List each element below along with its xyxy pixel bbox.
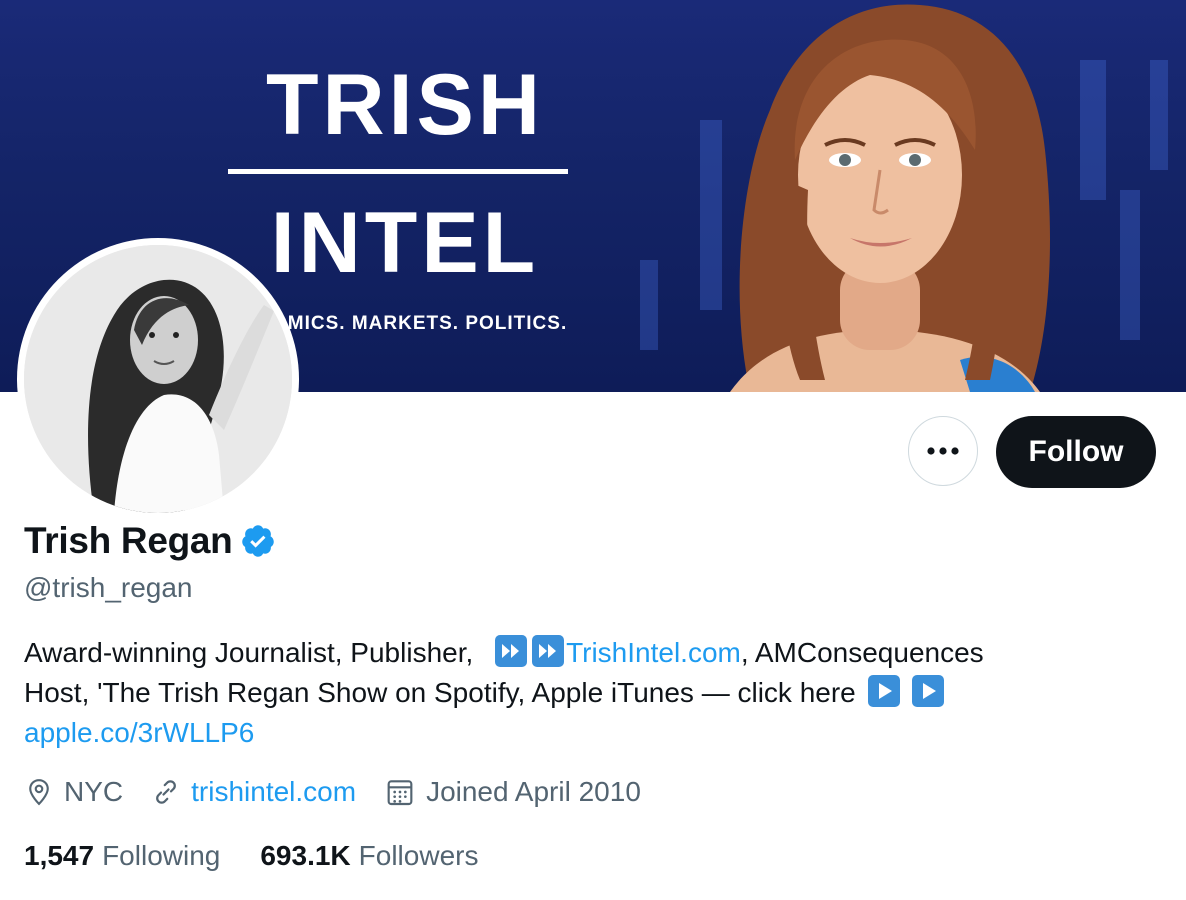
followers-stat[interactable]: 693.1K Followers [260,840,478,872]
bio-text: Host, 'The Trish Regan Show on Spotify, … [24,677,864,708]
banner-host-photo [730,4,1050,392]
location-item: NYC [24,776,123,808]
banner-title-line1: TRISH [266,57,544,153]
location-text: NYC [64,776,124,807]
followers-count: 693.1K [260,840,351,871]
verified-badge-icon[interactable] [240,523,276,559]
follow-button[interactable]: Follow [996,416,1156,488]
bio-link-trishintel[interactable]: TrishIntel.com [566,637,741,668]
followers-label: Followers [358,840,479,871]
banner-decor-bar [640,260,658,350]
banner-title-line2: INTEL [270,195,540,291]
link-icon [156,780,177,804]
avatar-image [24,245,292,513]
website-link[interactable]: trishintel.com [191,776,356,808]
avatar-photo [24,245,292,513]
bio-line-1: Award-winning Journalist, Publisher, Tri… [24,633,1124,673]
website-item: trishintel.com [151,776,356,808]
profile-name-row: Trish Regan [24,520,276,562]
following-count: 1,547 [24,840,95,871]
more-dots-icon [927,447,959,455]
profile-name: Trish Regan [24,520,233,561]
profile-handle: @trish_regan [24,572,193,603]
banner-decor-bar [1080,60,1106,200]
following-label: Following [102,840,221,871]
banner-divider [228,169,568,174]
bio-text: Award-winning Journalist, Publisher, [24,637,482,668]
banner-decor-bar [1120,190,1140,340]
bio-link-apple[interactable]: apple.co/3rWLLP6 [24,717,254,748]
joined-item: Joined April 2010 [384,776,641,808]
banner-decor-bar [1150,60,1168,170]
profile-avatar[interactable] [17,238,299,520]
banner-tagline: OMICS. MARKETS. POLITICS. [272,313,568,334]
profile-bio: Award-winning Journalist, Publisher, Tri… [24,633,1124,753]
more-options-button[interactable] [908,416,978,486]
bio-line-2: Host, 'The Trish Regan Show on Spotify, … [24,673,1124,713]
fast-forward-button-icon [532,635,565,667]
profile-stats: 1,547 Following 693.1K Followers [24,840,518,872]
following-stat[interactable]: 1,547 Following [24,840,220,872]
play-button-icon [912,675,945,707]
location-pin-icon [29,779,49,806]
play-button-icon [867,675,900,707]
profile-meta: NYC trishintel.com Joined April 2010 [24,776,669,808]
joined-text: Joined April 2010 [426,776,641,807]
bio-text: , AMConsequences [740,637,984,668]
bio-line-3: apple.co/3rWLLP6 [24,713,1124,753]
calendar-icon [387,780,413,806]
fast-forward-button-icon [495,635,528,667]
